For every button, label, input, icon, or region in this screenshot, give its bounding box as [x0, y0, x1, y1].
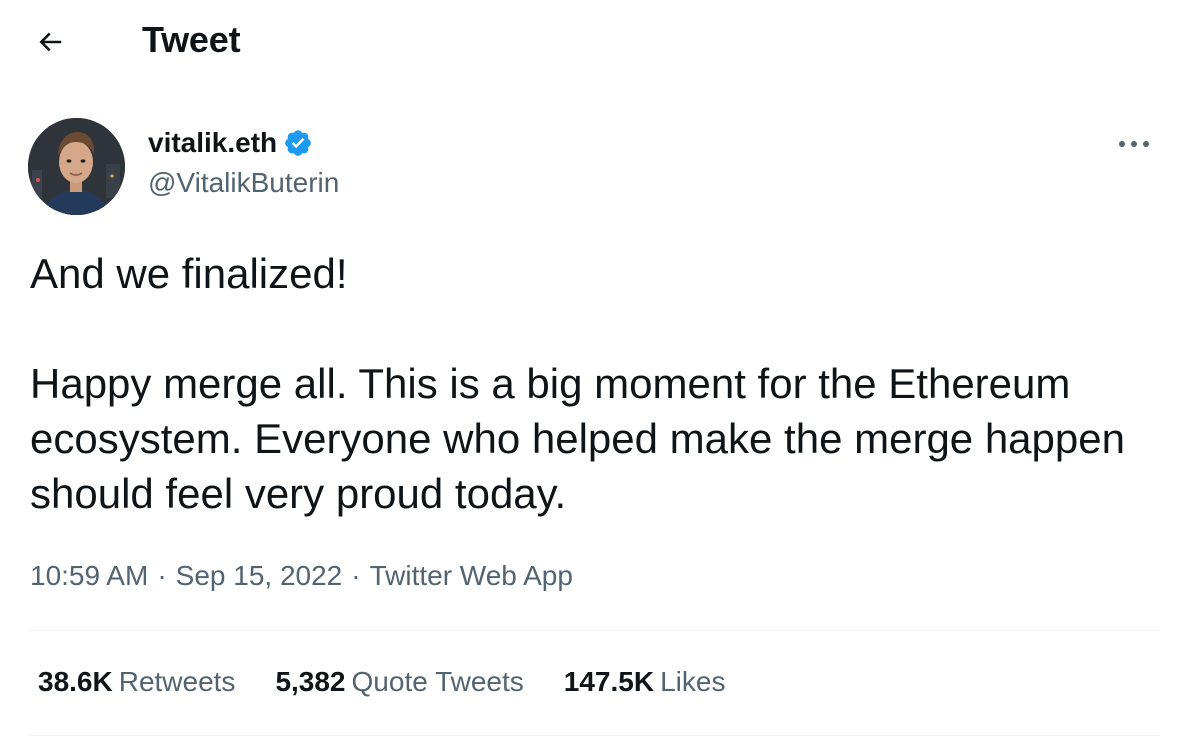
more-options-button[interactable] — [1112, 128, 1156, 160]
verified-badge-icon — [285, 130, 311, 156]
likes-label: Likes — [660, 666, 726, 697]
retweets-label: Retweets — [118, 666, 236, 697]
back-button[interactable] — [26, 20, 74, 64]
avatar[interactable] — [28, 118, 125, 215]
likes-stat[interactable]: 147.5K Likes — [564, 664, 726, 700]
tweet-time-link[interactable]: 10:59 AM — [30, 560, 148, 591]
quote-tweets-count: 5,382 — [275, 666, 346, 697]
tweet-source-link[interactable]: Twitter Web App — [370, 560, 573, 591]
page-header: Tweet — [0, 0, 1184, 84]
avatar-photo — [28, 118, 125, 215]
more-horizontal-icon — [1119, 141, 1149, 147]
likes-count: 147.5K — [563, 666, 655, 697]
meta-separator: · — [157, 560, 167, 591]
tweet-stats: 38.6K Retweets 5,382 Quote Tweets 147.5K Li… — [38, 664, 765, 700]
tweet-text-line: And we finalized! — [30, 250, 348, 297]
quote-tweets-label: Quote Tweets — [351, 666, 524, 697]
retweets-count: 38.6K — [38, 666, 113, 697]
retweets-stat[interactable]: 38.6K Retweets — [38, 664, 235, 700]
tweet-metadata: 10:59 AM · Sep 15, 2022 · Twitter Web App — [30, 558, 573, 594]
arrow-left-icon — [39, 32, 62, 52]
tweet-text: And we finalized! Happy merge all. This … — [30, 246, 1170, 521]
page-title: Tweet — [142, 19, 241, 60]
tweet-text-paragraph: Happy merge all. This is a big moment fo… — [30, 360, 1125, 517]
tweet-date-link[interactable]: Sep 15, 2022 — [176, 560, 343, 591]
author-display-name[interactable]: vitalik.eth — [148, 126, 313, 160]
divider — [30, 630, 1160, 631]
meta-separator: · — [351, 560, 361, 591]
tweet-text-spacer — [30, 301, 1170, 356]
author-name-text: vitalik.eth — [148, 127, 278, 158]
author-handle[interactable]: @VitalikButerin — [148, 166, 339, 200]
divider — [30, 735, 1160, 736]
quote-tweets-stat[interactable]: 5,382 Quote Tweets — [275, 664, 523, 700]
